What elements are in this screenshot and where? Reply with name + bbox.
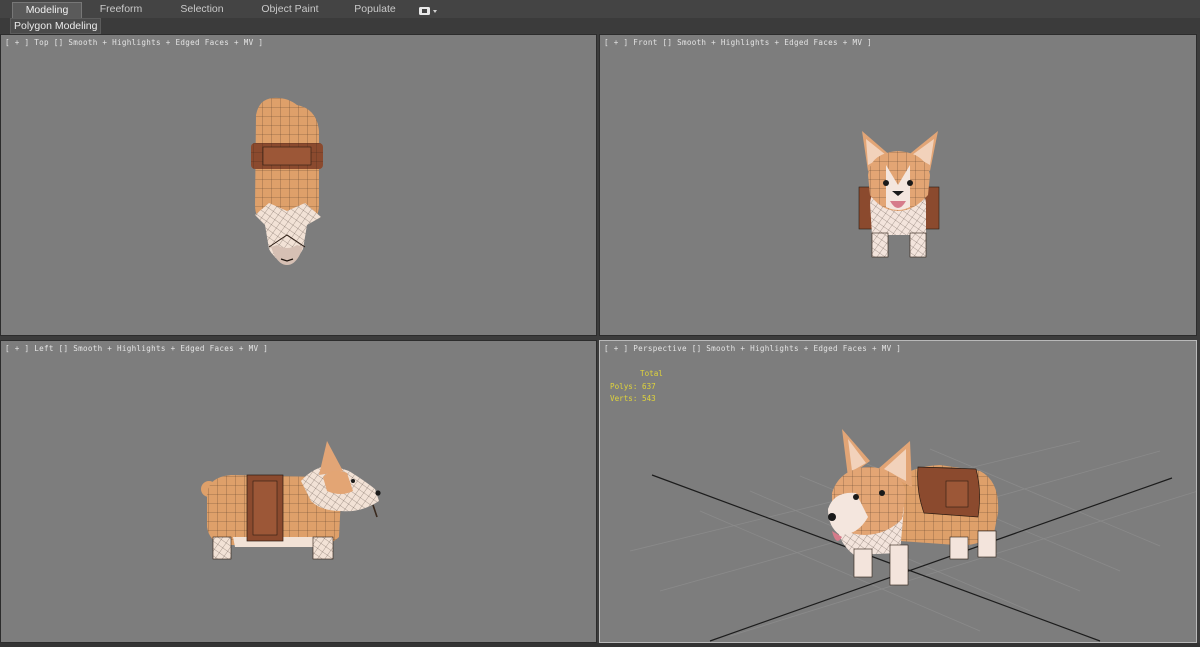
corgi-perspective-view	[629, 429, 1196, 642]
chevron-down-icon	[433, 10, 437, 13]
ribbon-options-dropdown[interactable]	[418, 4, 440, 15]
ribbon-tabs-bar: Modeling Freeform Selection Object Paint…	[0, 0, 1200, 19]
viewport-top[interactable]: [ + ] Top [] Smooth + Highlights + Edged…	[0, 34, 597, 336]
polygon-modeling-panel[interactable]: Polygon Modeling	[10, 18, 102, 34]
camera-icon	[419, 7, 437, 15]
status-strip	[0, 643, 1200, 647]
tab-modeling[interactable]: Modeling	[12, 2, 82, 18]
tab-selection[interactable]: Selection	[168, 2, 236, 17]
tab-populate[interactable]: Populate	[344, 2, 406, 17]
viewport-perspective[interactable]: [ + ] Perspective [] Smooth + Highlights…	[599, 340, 1197, 643]
tab-object-paint[interactable]: Object Paint	[248, 2, 332, 17]
corgi-front-view	[858, 131, 940, 258]
tab-freeform[interactable]: Freeform	[88, 2, 154, 17]
viewport-front[interactable]: [ + ] Front [] Smooth + Highlights + Edg…	[599, 34, 1197, 336]
sub-ribbon: Polygon Modeling	[0, 18, 1200, 34]
corgi-top-view	[251, 97, 323, 265]
viewport-left[interactable]: [ + ] Left [] Smooth + Highlights + Edge…	[0, 340, 597, 643]
corgi-left-view	[201, 441, 381, 560]
